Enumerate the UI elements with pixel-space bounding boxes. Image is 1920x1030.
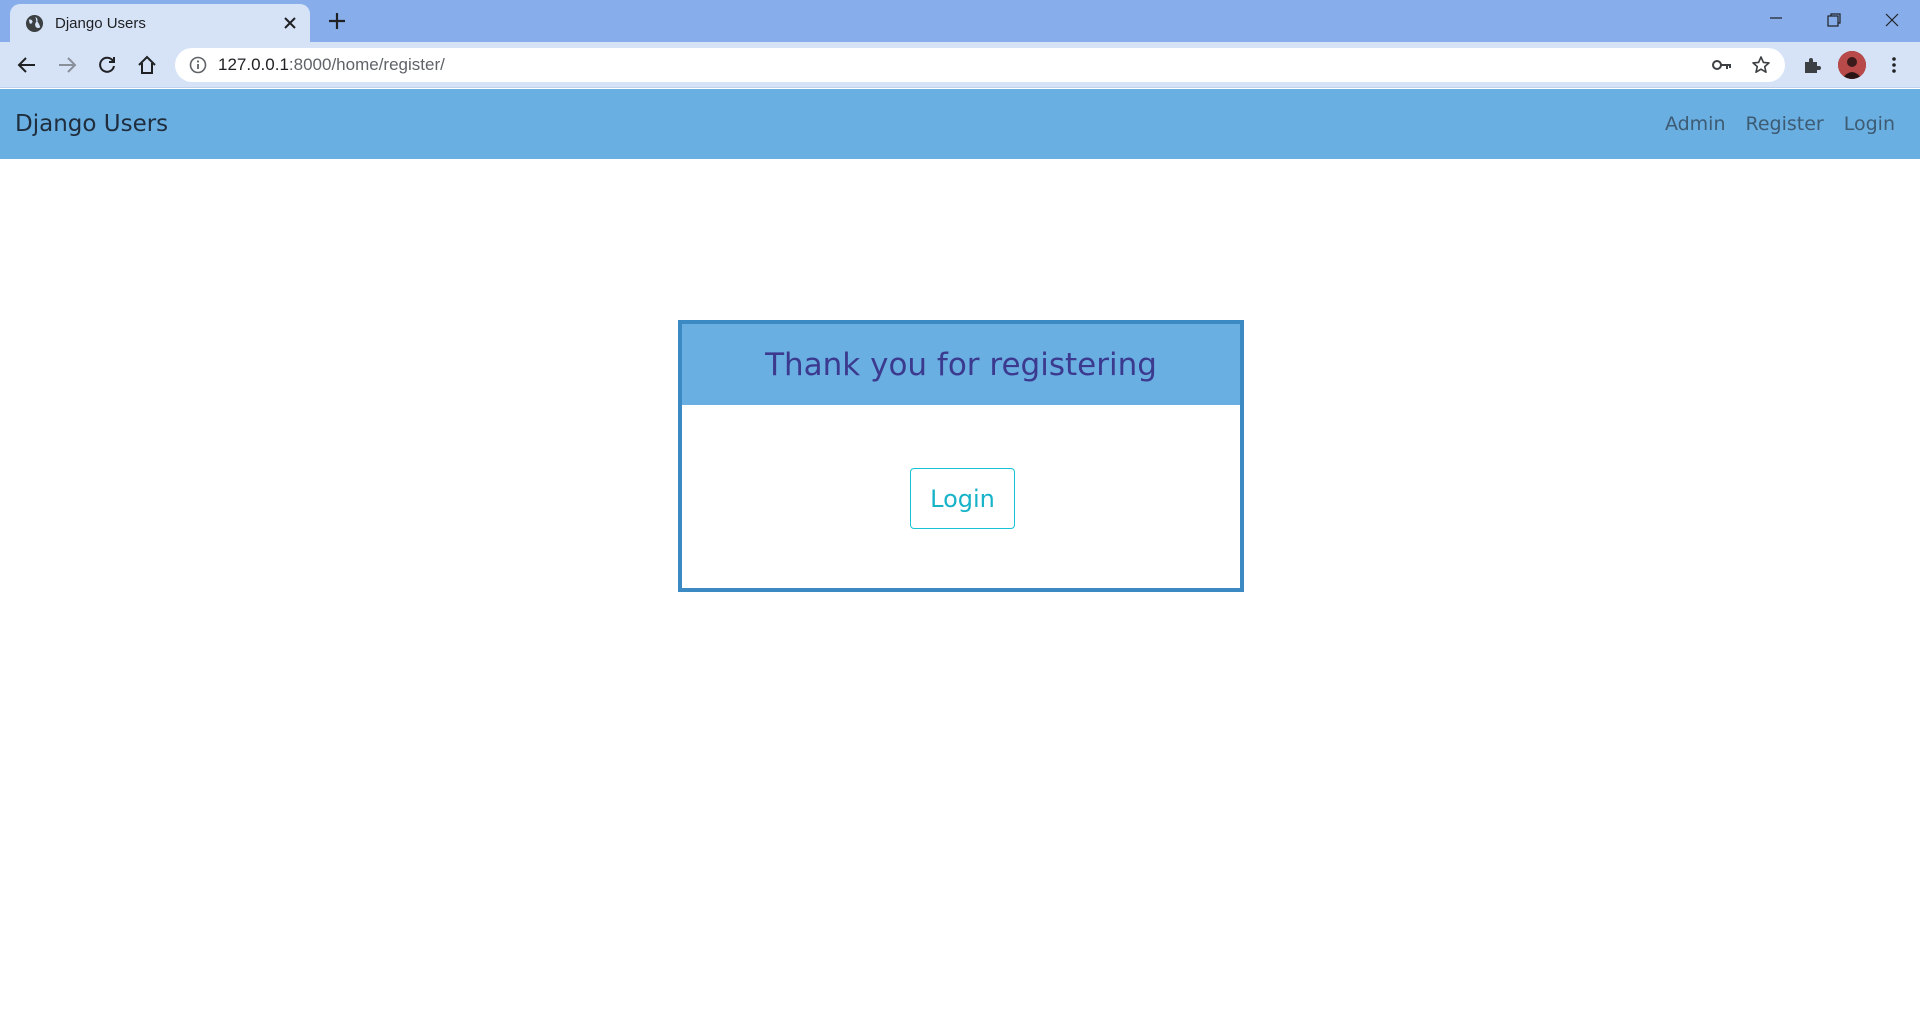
kebab-menu-icon[interactable] [1880,51,1908,79]
url-path: :8000/home/register/ [288,55,445,74]
url-host: 127.0.0.1 [218,55,289,74]
address-bar[interactable]: 127.0.0.1:8000/home/register/ [175,48,1785,82]
home-icon[interactable] [133,51,161,79]
tab-title: Django Users [55,15,146,32]
nav-link-admin[interactable]: Admin [1665,113,1726,135]
nav-link-register[interactable]: Register [1746,113,1824,135]
nav-link-login[interactable]: Login [1844,113,1895,135]
globe-icon [25,14,44,33]
login-button[interactable]: Login [910,468,1015,529]
navbar-brand[interactable]: Django Users [15,111,168,137]
forward-arrow-icon[interactable] [53,51,81,79]
new-tab-icon[interactable] [326,10,348,32]
browser-toolbar: 127.0.0.1:8000/home/register/ [0,42,1920,88]
close-icon[interactable] [282,15,298,31]
close-window-icon[interactable] [1864,0,1920,38]
restore-icon[interactable] [1806,0,1862,38]
browser-tab-strip: Django Users [0,0,1920,42]
site-navbar: Django Users Admin Register Login [0,89,1920,159]
card-header: Thank you for registering [682,324,1240,405]
minimize-icon[interactable] [1748,0,1804,38]
back-arrow-icon[interactable] [13,51,41,79]
browser-tab[interactable]: Django Users [10,4,310,42]
card-title: Thank you for registering [765,346,1157,383]
url-text: 127.0.0.1:8000/home/register/ [218,55,445,75]
info-icon[interactable] [189,56,207,74]
key-icon[interactable] [1711,56,1733,74]
reload-icon[interactable] [93,51,121,79]
nav-links: Admin Register Login [1665,113,1895,135]
star-icon[interactable] [1751,55,1771,75]
registration-success-card: Thank you for registering Login [678,320,1244,592]
profile-avatar[interactable] [1838,51,1866,79]
extensions-icon[interactable] [1798,51,1826,79]
